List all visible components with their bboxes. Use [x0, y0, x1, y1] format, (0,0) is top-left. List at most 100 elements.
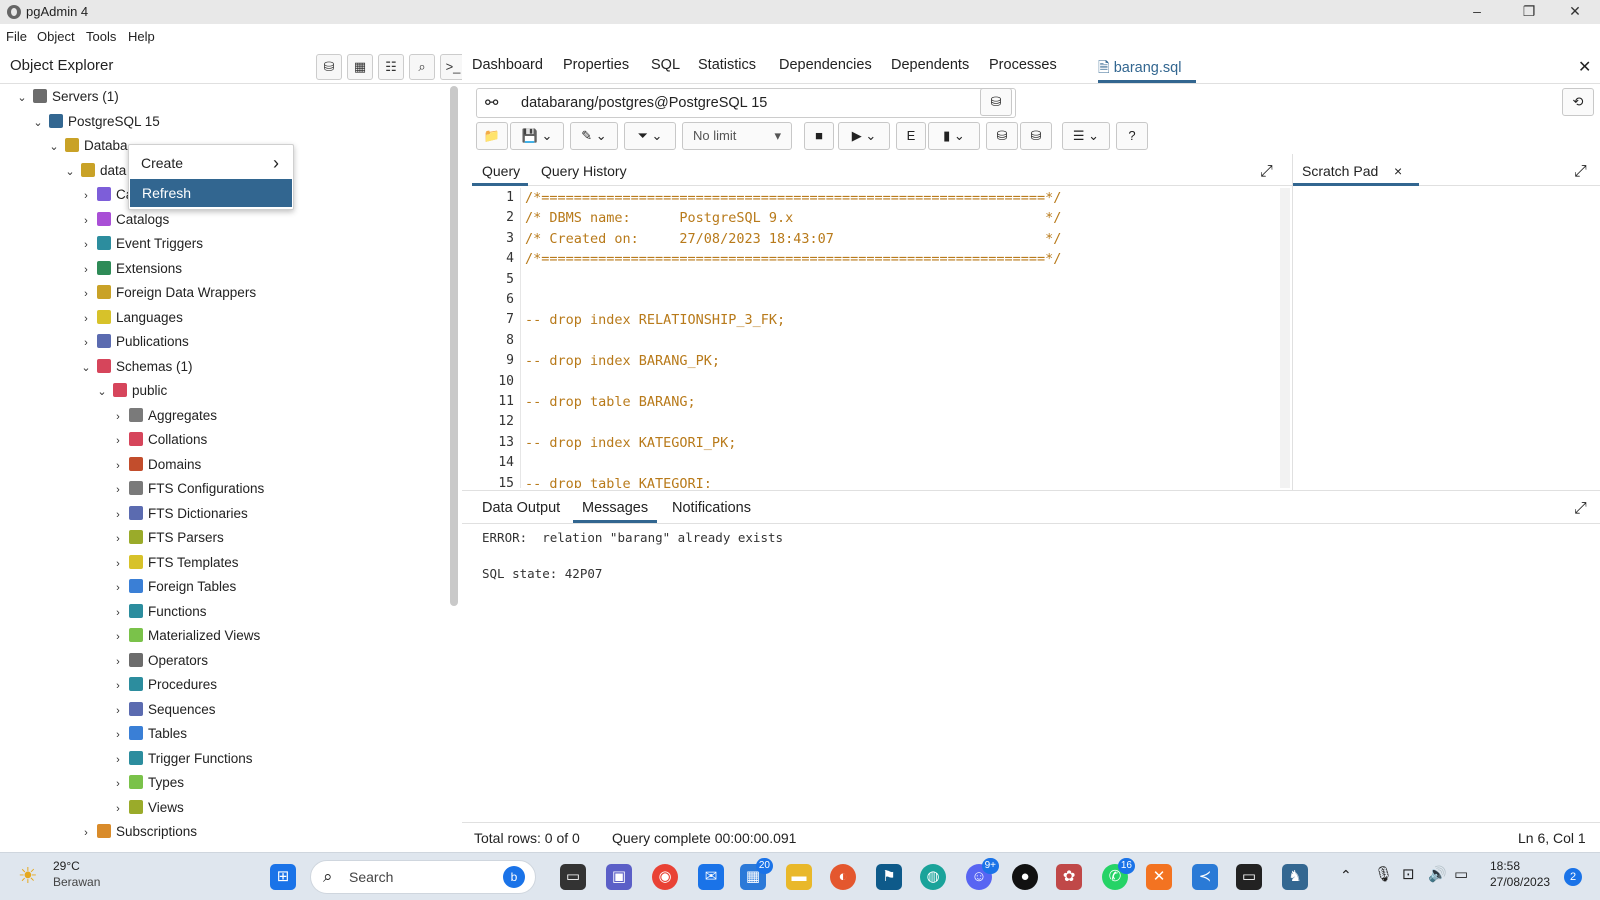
terminal-icon[interactable]: ▭: [1236, 864, 1262, 890]
tree-chevron-icon[interactable]: ⌄: [94, 380, 110, 405]
commit-button[interactable]: ⛁: [986, 122, 1018, 150]
tree-chevron-icon[interactable]: ›: [110, 625, 126, 650]
tree-chevron-icon[interactable]: ›: [110, 748, 126, 773]
tree-item[interactable]: › Functions: [110, 599, 207, 624]
expand-query-icon[interactable]: ⤢: [1260, 163, 1273, 181]
execute-button[interactable]: ▶ ⌄: [838, 122, 890, 150]
tree-chevron-icon[interactable]: ›: [110, 699, 126, 724]
tree-item[interactable]: › Publications: [78, 329, 189, 354]
tree-chevron-icon[interactable]: ›: [110, 429, 126, 454]
explain-button[interactable]: E: [896, 122, 926, 150]
tree-item[interactable]: › Collations: [110, 427, 207, 452]
volume-icon[interactable]: 🔊: [1428, 865, 1447, 883]
tree-chevron-icon[interactable]: ›: [110, 405, 126, 430]
tree-chevron-icon[interactable]: ›: [110, 772, 126, 797]
menu-object[interactable]: Object: [37, 29, 75, 44]
editor-splitter[interactable]: [1292, 154, 1293, 490]
discord-icon[interactable]: ☺ 9+: [966, 858, 999, 890]
tree-item[interactable]: › Operators: [110, 648, 208, 673]
tab-processes[interactable]: Processes: [989, 57, 1057, 73]
menu-tools[interactable]: Tools: [86, 29, 116, 44]
tree-chevron-icon[interactable]: ›: [78, 282, 94, 307]
tree-item[interactable]: › Procedures: [110, 672, 217, 697]
row-limit-select[interactable]: No limit ▾: [682, 122, 792, 150]
rollback-button[interactable]: ⛁: [1020, 122, 1052, 150]
tab-messages[interactable]: Messages: [582, 500, 648, 516]
tab-statistics[interactable]: Statistics: [698, 57, 756, 73]
tree-item[interactable]: › Extensions: [78, 256, 182, 281]
context-create-item[interactable]: Create ›: [129, 149, 293, 177]
tree-item[interactable]: › FTS Parsers: [110, 525, 224, 550]
tab-barang-sql[interactable]: 🗎 barang.sql: [1098, 57, 1181, 82]
tree-item[interactable]: ⌄ public: [94, 378, 167, 403]
scratch-pad-close-icon[interactable]: ×: [1394, 163, 1402, 179]
tree-chevron-icon[interactable]: ›: [110, 527, 126, 552]
tab-query-history[interactable]: Query History: [541, 163, 627, 179]
tab-dependencies[interactable]: Dependencies: [779, 57, 872, 73]
tree-item[interactable]: ⌄ Schemas (1): [78, 354, 193, 379]
teams-icon[interactable]: ▣: [606, 864, 632, 890]
tree-item[interactable]: › FTS Configurations: [110, 476, 264, 501]
weather-desc[interactable]: Berawan: [53, 875, 100, 889]
tree-item[interactable]: › Ca: [78, 182, 133, 207]
tab-dependents[interactable]: Dependents: [891, 57, 969, 73]
stop-button[interactable]: ■: [804, 122, 834, 150]
close-tab-icon[interactable]: ✕: [1578, 57, 1591, 77]
tree-item[interactable]: › Trigger Functions: [110, 746, 253, 771]
tree-chevron-icon[interactable]: ›: [110, 674, 126, 699]
tree-chevron-icon[interactable]: ›: [110, 478, 126, 503]
tree-chevron-icon[interactable]: ›: [110, 601, 126, 626]
tree-chevron-icon[interactable]: ⌄: [62, 160, 78, 185]
microphone-icon[interactable]: 🎙: [1374, 865, 1393, 883]
tab-properties[interactable]: Properties: [563, 57, 629, 73]
network-icon[interactable]: ⊡: [1402, 865, 1415, 883]
weather-temp[interactable]: 29°C: [53, 859, 80, 873]
minimize-button[interactable]: –: [1454, 0, 1500, 24]
clock-time[interactable]: 18:58: [1490, 859, 1520, 873]
close-window-button[interactable]: ✕: [1552, 0, 1598, 24]
tree-item[interactable]: › Views: [110, 795, 184, 820]
tree-chevron-icon[interactable]: ⌄: [46, 135, 62, 160]
tree-item[interactable]: › Domains: [110, 452, 201, 477]
tree-item[interactable]: › Aggregates: [110, 403, 217, 428]
store-icon[interactable]: ▦ 20: [740, 858, 773, 890]
query-tool-button[interactable]: ⛁: [316, 54, 342, 80]
task-view-icon[interactable]: ▭: [560, 864, 586, 890]
tree-item[interactable]: › Foreign Data Wrappers: [78, 280, 256, 305]
tree-item[interactable]: › Foreign Tables: [110, 574, 236, 599]
editor-scrollbar[interactable]: [1280, 188, 1290, 488]
chevron-up-icon[interactable]: ⌃: [1340, 867, 1352, 884]
expand-scratch-icon[interactable]: ⤢: [1574, 163, 1587, 181]
tree-item[interactable]: ⌄ Databa: [46, 133, 128, 158]
tree-item[interactable]: ⌄ Servers (1): [14, 84, 119, 109]
tree-chevron-icon[interactable]: ⌄: [30, 111, 46, 136]
firefox-icon[interactable]: ◐: [830, 864, 856, 890]
menu-help[interactable]: Help: [128, 29, 155, 44]
tree-item[interactable]: › Languages: [78, 305, 183, 330]
paint-icon[interactable]: ✿: [1056, 864, 1082, 890]
tree-chevron-icon[interactable]: ›: [78, 233, 94, 258]
clock-date[interactable]: 27/08/2023: [1490, 875, 1550, 889]
xampp-icon[interactable]: ✕: [1146, 864, 1172, 890]
save-file-button[interactable]: 💾 ⌄: [510, 122, 564, 150]
tree-item[interactable]: › Types: [110, 770, 184, 795]
search-box[interactable]: ⌕ Search b: [310, 860, 536, 894]
tree-item[interactable]: › Subscriptions: [78, 819, 197, 844]
tree-item[interactable]: ⌄ PostgreSQL 15: [30, 109, 160, 134]
battery-icon[interactable]: ▭: [1454, 865, 1468, 883]
context-refresh-item[interactable]: Refresh: [130, 179, 292, 207]
sql-editor[interactable]: /*======================================…: [520, 188, 1276, 488]
tab-scratch-pad[interactable]: Scratch Pad: [1302, 163, 1378, 179]
tree-chevron-icon[interactable]: ⌄: [14, 86, 30, 111]
tree-item[interactable]: ⌄ data: [62, 158, 126, 183]
tab-sql[interactable]: SQL: [651, 57, 680, 73]
tab-notifications[interactable]: Notifications: [672, 500, 751, 516]
file-explorer-icon[interactable]: ▬: [786, 864, 812, 890]
vscode-icon[interactable]: ≺: [1192, 864, 1218, 890]
tree-item[interactable]: › Materialized Views: [110, 623, 260, 648]
github-icon[interactable]: ●: [1012, 864, 1038, 890]
tree-chevron-icon[interactable]: ›: [110, 503, 126, 528]
tree-chevron-icon[interactable]: ›: [78, 258, 94, 283]
chrome-icon[interactable]: ◉: [652, 864, 678, 890]
search-objects-button[interactable]: ⌕: [409, 54, 435, 80]
